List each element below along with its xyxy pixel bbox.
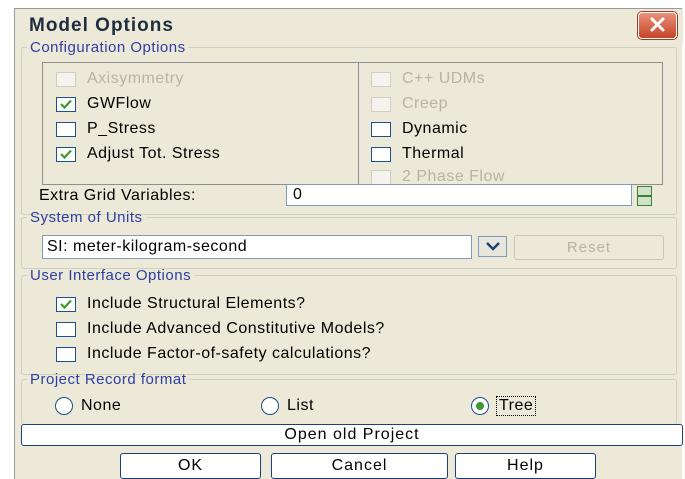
creep-box [371, 96, 391, 112]
record-tree-label: Tree [495, 396, 537, 416]
include-advanced-models-label: Include Advanced Constitutive Models? [87, 320, 385, 337]
close-button[interactable] [638, 12, 677, 39]
record-list-label: List [287, 397, 314, 414]
system-of-units-legend: System of Units [30, 209, 143, 226]
extra-grid-variables-value: 0 [293, 186, 302, 203]
ok-button[interactable]: OK [120, 453, 261, 479]
dynamic-label: Dynamic [402, 120, 468, 137]
cpp-udms-checkbox[interactable]: C++ UDMs [371, 67, 485, 91]
cpp-udms-label: C++ UDMs [402, 70, 486, 87]
units-select[interactable]: SI: meter-kilogram-second [42, 235, 472, 259]
configuration-options-legend: Configuration Options [30, 39, 186, 56]
include-factor-of-safety-box [56, 346, 76, 362]
include-advanced-models-checkbox[interactable]: Include Advanced Constitutive Models? [56, 317, 385, 341]
include-structural-elements-checkbox[interactable]: Include Structural Elements? [56, 292, 306, 316]
extra-grid-variables-input[interactable]: 0 [286, 184, 632, 206]
extra-grid-variables-spinner[interactable] [637, 186, 652, 206]
thermal-label: Thermal [402, 145, 465, 162]
help-button[interactable]: Help [455, 453, 596, 479]
dialog-title: Model Options [29, 15, 174, 36]
record-none-circle [55, 397, 73, 415]
include-factor-of-safety-checkbox[interactable]: Include Factor-of-safety calculations? [56, 342, 371, 366]
p-stress-label: P_Stress [87, 120, 156, 137]
reset-button[interactable]: Reset [514, 235, 664, 260]
p-stress-box [56, 121, 76, 137]
two-phase-flow-box [371, 169, 391, 185]
model-options-dialog: Model Options Configuration Options Axis… [14, 8, 683, 479]
thermal-box [371, 146, 391, 162]
include-advanced-models-box [56, 321, 76, 337]
gwflow-box [56, 96, 76, 112]
units-selected-value: SI: meter-kilogram-second [47, 238, 248, 255]
close-icon [650, 17, 665, 32]
creep-checkbox[interactable]: Creep [371, 92, 448, 116]
record-none-label: None [81, 397, 122, 414]
adjust-tot-stress-checkbox[interactable]: Adjust Tot. Stress [56, 142, 220, 166]
check-icon [60, 149, 72, 159]
open-old-project-button[interactable]: Open old Project [21, 424, 683, 446]
project-record-format-legend: Project Record format [30, 371, 187, 388]
include-factor-of-safety-label: Include Factor-of-safety calculations? [87, 345, 372, 362]
gwflow-label: GWFlow [87, 95, 152, 112]
adjust-tot-stress-label: Adjust Tot. Stress [87, 145, 221, 162]
record-none-radio[interactable]: None [55, 395, 121, 417]
units-dropdown-button[interactable] [478, 236, 507, 257]
adjust-tot-stress-box [56, 146, 76, 162]
axisymmetry-box [56, 71, 76, 87]
check-icon [60, 99, 72, 109]
user-interface-options-legend: User Interface Options [30, 267, 192, 284]
record-list-radio[interactable]: List [261, 395, 314, 417]
p-stress-checkbox[interactable]: P_Stress [56, 117, 156, 141]
cancel-button[interactable]: Cancel [271, 453, 448, 479]
dynamic-checkbox[interactable]: Dynamic [371, 117, 468, 141]
axisymmetry-label: Axisymmetry [87, 70, 185, 87]
include-structural-elements-box [56, 296, 76, 312]
cpp-udms-box [371, 71, 391, 87]
extra-grid-variables-label: Extra Grid Variables: [39, 187, 196, 204]
record-list-circle [261, 397, 279, 415]
include-structural-elements-label: Include Structural Elements? [87, 295, 306, 312]
axisymmetry-checkbox[interactable]: Axisymmetry [56, 67, 184, 91]
creep-label: Creep [402, 95, 449, 112]
thermal-checkbox[interactable]: Thermal [371, 142, 464, 166]
check-icon [60, 299, 72, 309]
record-tree-circle [471, 397, 489, 415]
chevron-down-icon [486, 242, 500, 251]
spinner-divider [638, 195, 651, 197]
record-tree-radio[interactable]: Tree [471, 395, 537, 417]
radio-selected-dot [476, 402, 484, 410]
dynamic-box [371, 121, 391, 137]
gwflow-checkbox[interactable]: GWFlow [56, 92, 151, 116]
